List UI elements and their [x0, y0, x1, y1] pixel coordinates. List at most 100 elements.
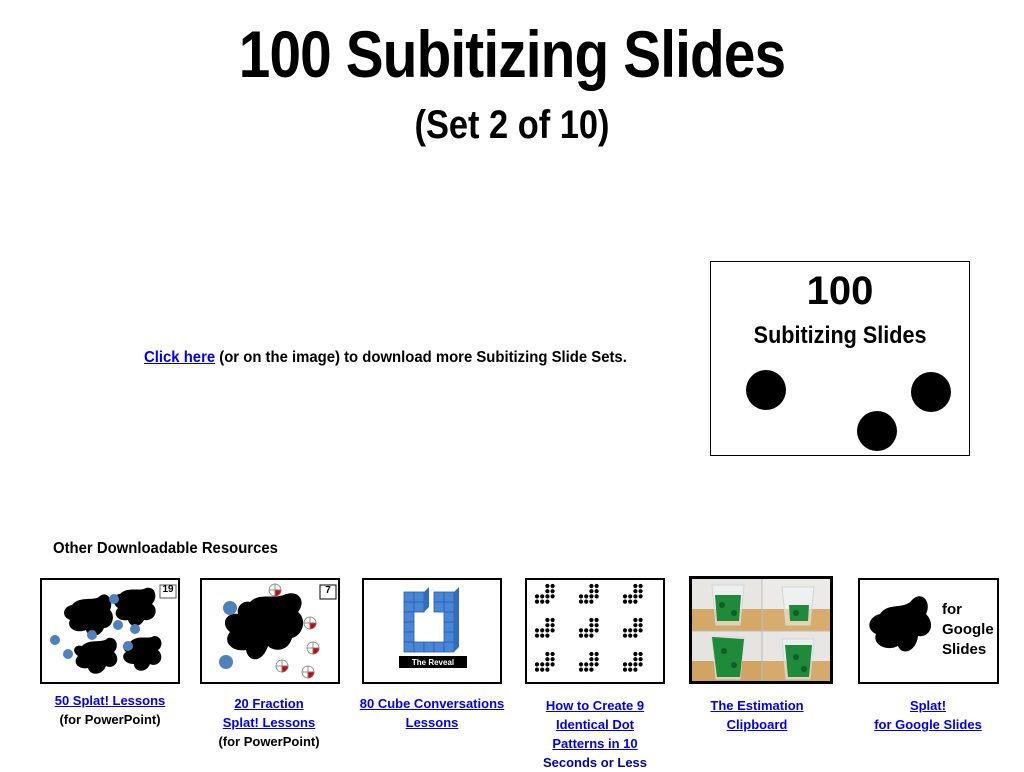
fraction-splat-link-line1[interactable]: 20 Fraction: [184, 694, 354, 713]
pattern-dot: [534, 628, 540, 633]
pattern-dot: [594, 651, 599, 657]
resource-thumb-cube-conversations[interactable]: The Reveal: [362, 578, 502, 684]
promo-label: Subitizing Slides: [753, 322, 927, 349]
fraction-splat-link-line2[interactable]: Splat! Lessons: [184, 713, 354, 732]
pattern-dot: [633, 617, 638, 623]
cube-conversations-link-line1[interactable]: 80 Cube Conversations: [347, 694, 517, 713]
pattern-dot: [550, 623, 555, 628]
pattern-dot: [578, 599, 584, 604]
pattern-dot: [534, 667, 540, 672]
pattern-dot: [540, 667, 545, 672]
pattern-dot: [534, 594, 540, 599]
pattern-dot: [633, 657, 638, 662]
dot-patterns-link-line2[interactable]: Identical Dot: [510, 715, 680, 734]
pattern-dot: [594, 657, 599, 662]
pattern-dot: [578, 594, 584, 599]
pattern-dot: [584, 594, 589, 599]
page-title: 100 Subitizing Slides: [238, 17, 786, 91]
pattern-dot: [545, 657, 550, 662]
fraction-splat-note: (for PowerPoint): [218, 734, 320, 749]
splat-lessons-link[interactable]: 50 Splat! Lessons: [25, 691, 195, 710]
pattern-dot: [584, 633, 589, 638]
pattern-dot: [633, 583, 638, 589]
pattern-dot: [628, 667, 633, 672]
pattern-dot: [628, 599, 633, 604]
cube-conversations-link-line2[interactable]: Lessons: [347, 713, 517, 732]
pattern-dot: [550, 594, 555, 599]
promo-dot: [746, 370, 786, 410]
estimation-photo-icon: [692, 579, 830, 681]
pattern-dot: [638, 651, 643, 657]
pattern-dot: [633, 662, 638, 667]
pattern-dot: [589, 589, 594, 594]
pattern-dot: [633, 651, 638, 657]
pattern-dot: [540, 599, 545, 604]
cube-structure-icon: [399, 587, 467, 668]
pattern-dot: [594, 617, 599, 623]
pattern-dot: [594, 583, 599, 589]
pattern-dot: [584, 662, 589, 667]
pattern-dot: [638, 623, 643, 628]
pattern-dot: [589, 628, 594, 633]
estimation-clipboard-link-line1[interactable]: The Estimation: [672, 696, 842, 715]
resource-thumb-dot-patterns[interactable]: [525, 578, 665, 684]
resource-thumb-estimation-clipboard[interactable]: [689, 576, 833, 684]
page-subtitle: (Set 2 of 10): [414, 103, 610, 147]
google-slides-thumb-text: for Google Slides: [942, 600, 994, 660]
resource-caption-fraction-splat: 20 Fraction Splat! Lessons (for PowerPoi…: [184, 694, 354, 751]
promo-dot: [857, 411, 897, 451]
pattern-dot: [578, 662, 584, 667]
pattern-dot: [638, 617, 643, 623]
pattern-dot: [633, 594, 638, 599]
pattern-dot: [622, 594, 628, 599]
pattern-dot: [550, 583, 555, 589]
dot-patterns-link-line1[interactable]: How to Create 9: [510, 696, 680, 715]
subitizing-promo-image[interactable]: 100 Subitizing Slides: [710, 261, 970, 456]
pattern-dot: [545, 633, 550, 638]
pattern-dot: [540, 662, 545, 667]
pattern-dot: [584, 667, 589, 672]
pattern-dot: [638, 583, 643, 589]
splat-google-link-line1[interactable]: Splat!: [843, 696, 1013, 715]
pattern-dot: [589, 651, 594, 657]
thumb-text-line: for: [942, 601, 962, 618]
pattern-dot: [589, 617, 594, 623]
pattern-dot: [594, 628, 599, 633]
pattern-dot: [633, 628, 638, 633]
pattern-dot: [540, 633, 545, 638]
resource-thumb-fraction-splat[interactable]: 7: [200, 578, 340, 684]
pattern-dot: [545, 594, 550, 599]
pattern-dot: [589, 583, 594, 589]
pattern-dot: [540, 628, 545, 633]
pattern-dot: [550, 589, 555, 594]
click-here-link[interactable]: Click here: [144, 349, 215, 366]
dot-patterns-link-line3[interactable]: Patterns in 10: [510, 734, 680, 753]
pattern-dot: [550, 662, 555, 667]
pattern-dot: [589, 599, 594, 604]
pattern-dot: [633, 623, 638, 628]
pattern-dot: [594, 662, 599, 667]
estimation-clipboard-link-line2[interactable]: Clipboard: [672, 715, 842, 734]
pattern-dot: [638, 657, 643, 662]
pattern-dot: [545, 599, 550, 604]
pattern-dot: [545, 589, 550, 594]
reveal-label: The Reveal: [411, 658, 455, 667]
pattern-dot: [550, 617, 555, 623]
pattern-dot: [622, 662, 628, 667]
dot-patterns-note: Seconds or Less: [542, 755, 648, 770]
splat-google-link-line2[interactable]: for Google Slides: [843, 715, 1013, 734]
pattern-dot: [550, 657, 555, 662]
pattern-dot: [550, 651, 555, 657]
pattern-dot: [584, 599, 589, 604]
pattern-dot: [534, 662, 540, 667]
pattern-dot: [633, 589, 638, 594]
pattern-dot: [633, 599, 638, 604]
resource-thumb-splat-lessons[interactable]: 19: [40, 578, 180, 684]
pattern-dot: [589, 623, 594, 628]
resource-thumb-splat-google[interactable]: for Google Slides: [858, 578, 999, 684]
splat-icon: [50, 584, 177, 674]
resource-caption-estimation-clipboard: The Estimation Clipboard: [672, 696, 842, 734]
pattern-dot: [589, 657, 594, 662]
resource-caption-cube-conversations: 80 Cube Conversations Lessons: [347, 694, 517, 732]
promo-number: 100: [806, 269, 874, 313]
